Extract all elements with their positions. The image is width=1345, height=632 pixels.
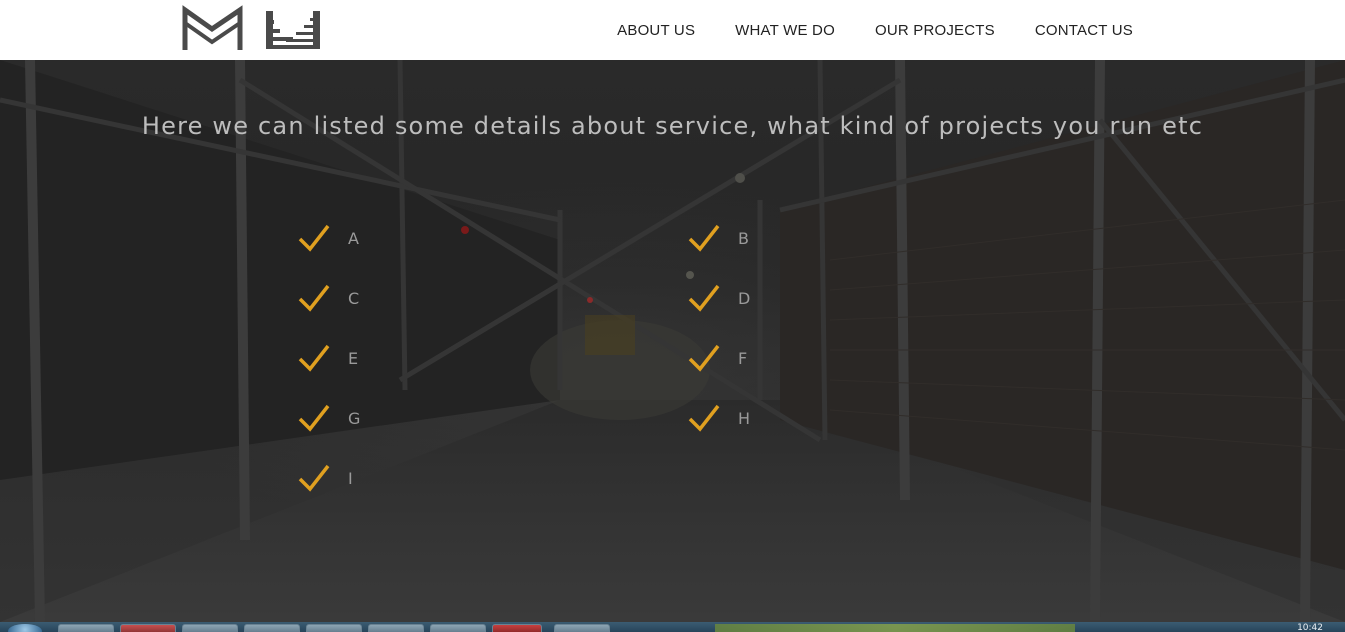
checkmark-icon: [298, 404, 330, 432]
feature-item-f: F: [688, 343, 747, 373]
os-taskbar: 10:42: [0, 622, 1345, 632]
nav-what-we-do[interactable]: WHAT WE DO: [735, 22, 835, 39]
hero-headline: Here we can listed some details about se…: [141, 112, 1204, 140]
checkmark-icon: [298, 224, 330, 252]
feature-item-g: G: [298, 403, 360, 433]
checkmark-icon: [298, 344, 330, 372]
nav-our-projects[interactable]: OUR PROJECTS: [875, 22, 995, 39]
checkmark-icon: [298, 464, 330, 492]
feature-item-e: E: [298, 343, 358, 373]
feature-label: B: [738, 228, 749, 248]
taskbar-clock[interactable]: 10:42: [1297, 623, 1323, 632]
feature-item-a: A: [298, 223, 359, 253]
logo-link[interactable]: [182, 5, 322, 53]
feature-label: F: [738, 348, 748, 368]
mm-logo-icon: [182, 5, 320, 50]
page: ABOUT US WHAT WE DO OUR PROJECTS CONTACT…: [0, 0, 1345, 632]
taskbar-app-window[interactable]: [430, 624, 486, 632]
taskbar-app-window[interactable]: [182, 624, 238, 632]
feature-label: I: [348, 468, 353, 488]
nav-contact-us[interactable]: CONTACT US: [1035, 22, 1133, 39]
main-nav: ABOUT US WHAT WE DO OUR PROJECTS CONTACT…: [617, 0, 1133, 60]
checkmark-icon: [688, 284, 720, 312]
checkmark-icon: [298, 284, 330, 312]
taskbar-app-window[interactable]: [368, 624, 424, 632]
feature-label: D: [738, 288, 751, 308]
taskbar-app-window[interactable]: [244, 624, 300, 632]
feature-label: G: [348, 408, 361, 428]
feature-item-i: I: [298, 463, 353, 493]
feature-item-d: D: [688, 283, 750, 313]
hero-section: Here we can listed some details about se…: [0, 60, 1345, 622]
checkmark-icon: [688, 404, 720, 432]
feature-item-h: H: [688, 403, 750, 433]
site-header: ABOUT US WHAT WE DO OUR PROJECTS CONTACT…: [0, 0, 1345, 60]
taskbar-active-window[interactable]: [715, 624, 1075, 632]
taskbar-app-window[interactable]: [306, 624, 362, 632]
taskbar-app-window[interactable]: [554, 624, 610, 632]
feature-item-c: C: [298, 283, 359, 313]
checkmark-icon: [688, 344, 720, 372]
feature-label: C: [348, 288, 360, 308]
hero-background-image: [0, 60, 1345, 622]
feature-label: H: [738, 408, 751, 428]
feature-label: E: [348, 348, 359, 368]
taskbar-app-window[interactable]: [492, 624, 542, 632]
feature-label: A: [348, 228, 359, 248]
start-button[interactable]: [8, 624, 42, 632]
nav-about-us[interactable]: ABOUT US: [617, 22, 695, 39]
checkmark-icon: [688, 224, 720, 252]
taskbar-app-explorer[interactable]: [58, 624, 114, 632]
feature-item-b: B: [688, 223, 749, 253]
taskbar-app-chrome[interactable]: [120, 624, 176, 632]
